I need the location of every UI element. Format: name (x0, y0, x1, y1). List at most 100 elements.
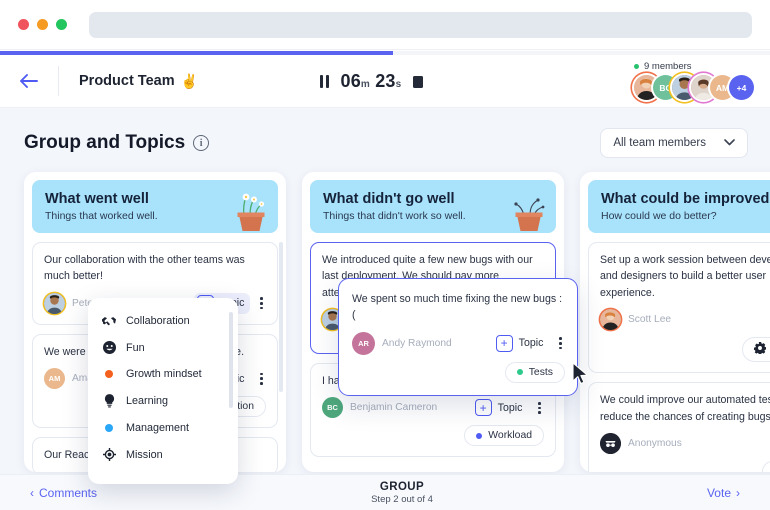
comments-nav-label: Comments (39, 485, 98, 500)
feedback-card[interactable]: Set up a work session between developers… (588, 242, 770, 374)
add-topic-label: Topic (497, 401, 523, 414)
card-tags: Workload (322, 425, 544, 447)
tag-dot-icon (476, 432, 483, 439)
team-filter-label: All team members (613, 137, 706, 149)
card-text: We could improve our automated tests to … (600, 394, 770, 423)
column-cards: Set up a work session between developers… (588, 242, 770, 472)
card-menu-button[interactable] (535, 402, 544, 414)
info-icon[interactable]: i (193, 135, 210, 151)
plus-icon: + (474, 399, 492, 417)
avatar-stack[interactable]: BC AM +4 (634, 75, 754, 100)
timer-minutes: 06 (340, 71, 361, 91)
team-name-label: Product Team (79, 73, 175, 89)
anonymous-avatar-icon (600, 433, 621, 455)
avatar (600, 309, 621, 331)
add-topic-button[interactable]: + Topic (472, 397, 529, 418)
add-topic-button[interactable]: + Topic (493, 333, 550, 354)
card-tags: Tests (352, 361, 565, 383)
window-controls (18, 19, 67, 30)
members-count: 9 members (634, 61, 692, 72)
tag-dot-icon (516, 369, 523, 376)
minimize-icon[interactable] (37, 19, 48, 30)
dot-icon (102, 370, 116, 378)
column-header: What went well Things that worked well. (32, 180, 278, 233)
card-footer: Scott Lee + (600, 309, 770, 331)
card-author: Scott Lee (628, 314, 672, 326)
add-topic-label: Topic (518, 337, 544, 350)
avatar-overflow[interactable]: +4 (729, 75, 754, 100)
avatar (44, 292, 65, 314)
pause-button[interactable] (320, 75, 329, 88)
topic-tag[interactable]: Workload (464, 425, 544, 447)
page-title: Group and Topics i (24, 132, 210, 154)
dot-icon (102, 424, 116, 432)
victory-hand-icon: ✌️ (180, 72, 199, 89)
column-header: What didn't go well Things that didn't w… (310, 180, 556, 233)
card-footer: AR Andy Raymond + Topic (352, 331, 565, 355)
session-timer: 06m 23s (320, 55, 424, 108)
online-status-icon (634, 64, 639, 69)
header-divider (58, 66, 59, 96)
card-text: Set up a work session between developers… (600, 254, 770, 299)
app-header: Product Team ✌️ 06m 23s 9 members BC AM … (0, 55, 770, 108)
browser-chrome (0, 0, 770, 50)
close-icon[interactable] (18, 19, 29, 30)
card-menu-button[interactable] (257, 372, 266, 385)
topic-tag[interactable]: Tests (761, 461, 770, 472)
chevron-down-icon (724, 138, 735, 148)
timer-seconds-unit: s (395, 79, 402, 90)
page-title-label: Group and Topics (24, 132, 186, 153)
column-scrollbar[interactable] (279, 242, 283, 392)
team-filter-select[interactable]: All team members (600, 128, 748, 158)
card-menu-button[interactable] (257, 297, 266, 310)
back-arrow-icon[interactable] (0, 55, 58, 108)
topic-tag[interactable]: Process (742, 337, 770, 363)
chevron-left-icon: ‹ (30, 485, 34, 500)
dropdown-item-learning[interactable]: Learning (88, 387, 238, 415)
feedback-card[interactable]: We could improve our automated tests to … (588, 382, 770, 472)
card-tags: Tests (600, 461, 770, 472)
column-subtitle: How could we do better? (601, 210, 717, 222)
topic-tag-label: Workload (488, 430, 532, 442)
card-footer: Anonymous + (600, 433, 770, 455)
card-footer: BC Benjamin Cameron + Topic (322, 397, 544, 419)
target-icon (102, 448, 116, 461)
dropdown-item-label: Collaboration (126, 315, 190, 327)
dropdown-item-growth-mindset[interactable]: Growth mindset (88, 361, 238, 387)
handshake-icon (102, 316, 116, 327)
avatar: BC (322, 397, 343, 419)
smiley-icon (102, 341, 116, 354)
card-author: Andy Raymond (382, 337, 452, 349)
timer-minutes-unit: m (360, 79, 371, 90)
maximize-icon[interactable] (56, 19, 67, 30)
app-window: Product Team ✌️ 06m 23s 9 members BC AM … (0, 0, 770, 510)
topic-tag[interactable]: Tests (504, 361, 565, 383)
topic-dropdown-menu[interactable]: Collaboration Fun Growth mindset Learnin… (88, 298, 238, 484)
dropdown-item-label: Learning (126, 395, 169, 407)
lightbulb-icon (102, 394, 116, 408)
card-text: Our collaboration with the other teams w… (44, 254, 245, 283)
dropdown-item-label: Growth mindset (126, 368, 202, 380)
avatar: AM (44, 368, 65, 390)
page-header: Group and Topics i All team members (0, 108, 770, 172)
dropdown-item-collaboration[interactable]: Collaboration (88, 308, 238, 334)
dragged-feedback-card[interactable]: We spent so much time fixing the new bug… (338, 278, 578, 396)
dropdown-item-mission[interactable]: Mission (88, 441, 238, 468)
address-bar[interactable] (89, 11, 752, 38)
dropdown-item-fun[interactable]: Fun (88, 334, 238, 361)
stop-button[interactable] (413, 75, 424, 88)
dropdown-scrollbar[interactable] (229, 312, 233, 408)
card-menu-button[interactable] (556, 337, 565, 350)
comments-nav-button[interactable]: ‹ Comments (30, 486, 97, 500)
board-column-could-be-improved: What could be improved How could we do b… (580, 172, 770, 472)
gear-icon (754, 342, 767, 357)
card-text: We spent so much time fixing the new bug… (352, 293, 563, 322)
dropdown-item-management[interactable]: Management (88, 415, 238, 441)
step-title: GROUP (379, 480, 425, 493)
step-indicator: GROUP Step 2 out of 4 (371, 481, 433, 505)
timer-seconds: 23 (375, 71, 396, 91)
topic-tag-label: Tests (528, 366, 553, 378)
vote-nav-label: Vote (706, 485, 731, 500)
vote-nav-button[interactable]: Vote › (707, 486, 740, 500)
avatar: AR (352, 331, 375, 355)
